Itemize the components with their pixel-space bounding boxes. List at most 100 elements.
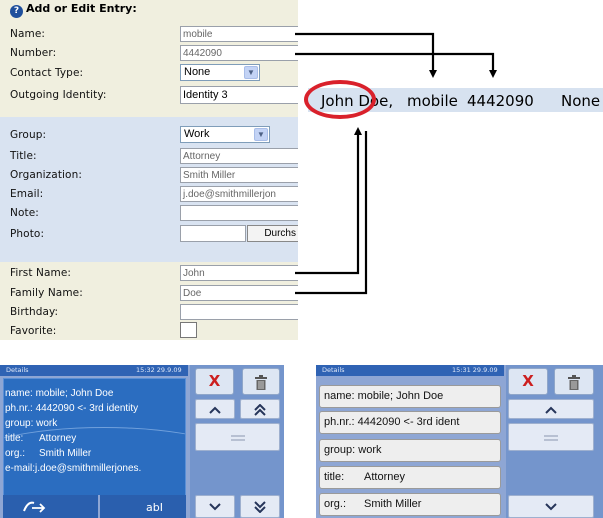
chevron-down-icon[interactable]: ▼ bbox=[254, 128, 268, 141]
arrow-number bbox=[295, 52, 497, 78]
call-forward-icon bbox=[23, 501, 46, 513]
detail-value: Attorney bbox=[364, 471, 405, 483]
scroll-down-button[interactable] bbox=[195, 495, 235, 518]
scroll-handle[interactable] bbox=[195, 423, 280, 451]
list-item[interactable]: title: Attorney bbox=[319, 466, 501, 489]
page-up-button[interactable] bbox=[240, 399, 280, 419]
detail-value: Smith Miller bbox=[364, 498, 422, 510]
contact-type-value: None bbox=[184, 66, 211, 78]
detail-key: name: bbox=[5, 388, 33, 399]
page-down-button[interactable] bbox=[240, 495, 280, 518]
name-field[interactable]: mobile bbox=[180, 26, 298, 42]
detail-line: ph.nr.: 4442090 <- 3rd identity bbox=[5, 403, 138, 414]
contact-type-label: Contact Type: bbox=[10, 67, 84, 79]
detail-key: e-mail: bbox=[5, 463, 36, 474]
detail-value: j.doe@smithmillerjones. bbox=[35, 463, 142, 474]
title-label: Title: bbox=[10, 150, 37, 162]
detail-key: org.: bbox=[5, 448, 26, 459]
header-time: 15:31 29.9.09 bbox=[452, 366, 498, 374]
chevron-up-icon bbox=[545, 406, 557, 414]
arrow-family-name bbox=[295, 131, 368, 295]
arrow-name bbox=[295, 32, 437, 78]
trash-button[interactable] bbox=[554, 368, 594, 395]
group-label: Group: bbox=[10, 129, 47, 141]
detail-value: 4442090 <- 3rd ident bbox=[357, 416, 460, 428]
contact-type-select[interactable]: None ▼ bbox=[180, 64, 260, 81]
favorite-checkbox[interactable] bbox=[180, 322, 197, 338]
close-button[interactable]: X bbox=[508, 368, 548, 395]
header-time: 15:32 29.9.09 bbox=[136, 366, 182, 374]
group-select[interactable]: Work ▼ bbox=[180, 126, 270, 143]
detail-key: group: bbox=[324, 444, 356, 456]
toolbar-separator bbox=[98, 495, 100, 518]
header-title: Details bbox=[6, 366, 29, 374]
detail-key: ph.nr.: bbox=[5, 403, 33, 414]
scroll-up-button[interactable] bbox=[508, 399, 594, 419]
result-type: mobile bbox=[407, 92, 458, 110]
detail-key: group: bbox=[5, 418, 34, 429]
text-input-button[interactable]: abI bbox=[146, 501, 163, 514]
photo-field[interactable] bbox=[180, 225, 246, 242]
browse-button[interactable]: Durchs bbox=[247, 225, 298, 242]
detail-key: title: bbox=[5, 433, 24, 444]
email-label: Email: bbox=[10, 188, 44, 200]
scroll-down-button[interactable] bbox=[508, 495, 594, 518]
email-field[interactable]: j.doe@smithmillerjon bbox=[180, 186, 298, 202]
scroll-handle[interactable] bbox=[508, 423, 594, 451]
detail-value: work bbox=[36, 418, 58, 429]
detail-key: name: bbox=[324, 390, 355, 402]
header-title: Details bbox=[322, 366, 345, 374]
family-name-field[interactable]: Doe bbox=[180, 285, 298, 301]
help-icon[interactable]: ? bbox=[10, 5, 23, 18]
highlight-oval bbox=[304, 80, 376, 119]
detail-value: mobile; John Doe bbox=[357, 390, 444, 402]
device-details-left: Details 15:32 29.9.09 name: mobile; John… bbox=[0, 365, 284, 518]
family-name-label: Family Name: bbox=[10, 287, 83, 299]
chevron-down-icon bbox=[209, 503, 221, 511]
birthday-field[interactable] bbox=[180, 304, 298, 320]
result-contact-type: None bbox=[561, 92, 601, 110]
list-item[interactable]: group: work bbox=[319, 439, 501, 462]
list-item[interactable]: ph.nr.: 4442090 <- 3rd ident bbox=[319, 411, 501, 434]
detail-value: mobile; John Doe bbox=[35, 388, 114, 399]
trash-icon bbox=[255, 375, 267, 390]
note-field[interactable] bbox=[180, 205, 298, 221]
entry-form: ? Add or Edit Entry: Name: mobile Number:… bbox=[0, 0, 298, 340]
trash-icon bbox=[568, 375, 580, 390]
scroll-up-button[interactable] bbox=[195, 399, 235, 419]
detail-value: Attorney bbox=[39, 433, 77, 444]
grip-icon bbox=[544, 435, 558, 441]
favorite-row: Favorite: bbox=[0, 322, 298, 341]
list-item[interactable]: org.: Smith Miller bbox=[319, 493, 501, 516]
birthday-label: Birthday: bbox=[10, 306, 59, 318]
list-item[interactable]: name: mobile; John Doe bbox=[319, 385, 501, 408]
number-field[interactable]: 4442090 bbox=[180, 45, 298, 61]
device-header: Details 15:31 29.9.09 bbox=[316, 365, 504, 376]
close-button[interactable]: X bbox=[195, 368, 234, 395]
title-field[interactable]: Attorney bbox=[180, 148, 298, 164]
first-name-field[interactable]: John bbox=[180, 265, 298, 281]
detail-key: org.: bbox=[324, 498, 347, 510]
group-value: Work bbox=[184, 128, 210, 140]
detail-value: work bbox=[358, 444, 382, 456]
name-label: Name: bbox=[10, 28, 46, 40]
detail-line: title: Attorney bbox=[5, 433, 76, 444]
organization-field[interactable]: Smith Miller bbox=[180, 167, 298, 183]
trash-button[interactable] bbox=[242, 368, 280, 395]
chevron-down-icon[interactable]: ▼ bbox=[244, 66, 258, 79]
form-title-text: Add or Edit Entry: bbox=[26, 2, 137, 15]
first-name-label: First Name: bbox=[10, 267, 72, 279]
outgoing-identity-select[interactable]: Identity 3 bbox=[180, 86, 298, 104]
detail-value: Smith Miller bbox=[39, 448, 92, 459]
chevron-up-icon bbox=[209, 406, 221, 414]
detail-value: 4442090 <- 3rd identity bbox=[35, 403, 139, 414]
form-title: ? Add or Edit Entry: bbox=[10, 2, 137, 18]
favorite-label: Favorite: bbox=[10, 325, 57, 337]
photo-label: Photo: bbox=[10, 228, 45, 240]
detail-line: group: work bbox=[5, 418, 57, 429]
result-number: 4442090 bbox=[467, 92, 534, 110]
outgoing-identity-label: Outgoing Identity: bbox=[10, 89, 107, 101]
call-forward-button[interactable] bbox=[22, 499, 48, 516]
arrow-first-name bbox=[295, 127, 362, 275]
detail-line: org.: Smith Miller bbox=[5, 448, 91, 459]
